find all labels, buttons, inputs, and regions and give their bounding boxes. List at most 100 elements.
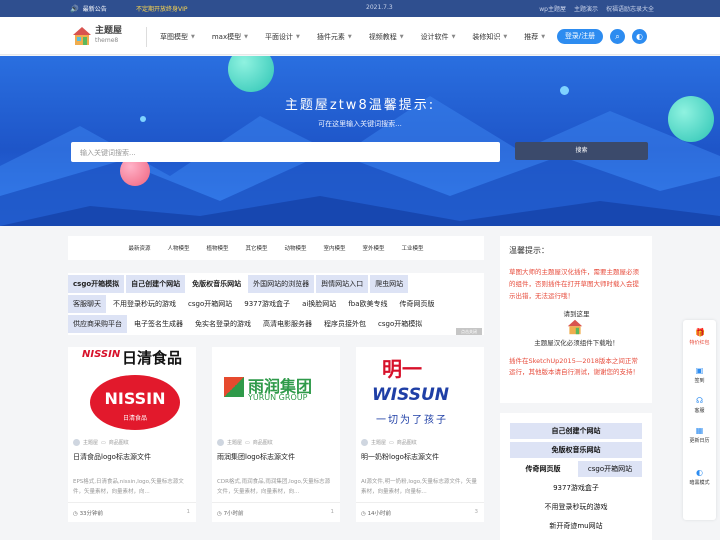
sidebar-tag[interactable]: 不用登录秒玩的游戏	[510, 499, 642, 515]
tag-link[interactable]: ai换脸网站	[297, 295, 341, 313]
menu-item[interactable]: 插件元素 ▼	[317, 32, 352, 42]
sidebar-tag[interactable]: 自己创建个网站	[510, 423, 642, 439]
sidebar-tag[interactable]: csgo开箱网站	[578, 461, 642, 477]
menu-item[interactable]: max模型 ▼	[212, 32, 248, 42]
post-card[interactable]: NISSIN 日清食品 NISSIN 日清食品 主题屋 ▭ 商品图纹 日清食品l…	[68, 347, 196, 522]
floating-toolbar: 🎁 特价红包 ▣ 签到 ☊ 客服 ▦ 更新日历 ◐ 暗黑模式	[683, 320, 716, 520]
tag-link[interactable]: 电子签名生成器	[129, 315, 188, 333]
post-card[interactable]: 雨润集团 YURUN GROUP 主题屋 ▭ 商品图纹 雨润集团logo标志源文…	[212, 347, 340, 522]
tag-link[interactable]: 自己创建个网站	[126, 275, 186, 293]
menu-item[interactable]: 装修知识 ▼	[472, 32, 507, 42]
chevron-down-icon: ▼	[295, 34, 300, 40]
menu-item[interactable]: 草图模型 ▼	[160, 32, 195, 42]
menu-item[interactable]: 设计软件 ▼	[421, 32, 456, 42]
logo-name: 主题屋	[95, 26, 123, 36]
tag-link[interactable]: 免实名登录的游戏	[190, 315, 256, 333]
sidebar-tag[interactable]: 免版权音乐网站	[510, 442, 642, 458]
site-logo[interactable]: 主题屋 theme8	[72, 26, 122, 46]
folder-icon: ▭	[101, 439, 106, 446]
post-excerpt: AI源文件,明一奶粉,logo,矢量标志源文件，矢量素材，向量素材，向量标...	[361, 479, 477, 495]
tag-link[interactable]: fba欧美专线	[343, 295, 392, 313]
sidebar-tags: 自己创建个网站 免版权音乐网站 传奇网页版 csgo开箱网站 9377游戏盒子 …	[500, 413, 652, 540]
vip-link[interactable]: 不定期开放终身VIP	[136, 4, 188, 13]
hero-title: 主题屋ztw8温馨提示:	[284, 98, 436, 113]
menu-item[interactable]: 视频教程 ▼	[369, 32, 404, 42]
clock-icon: ◷	[217, 511, 222, 517]
tag-link[interactable]: csgo开箱模拟	[373, 315, 427, 333]
category-link[interactable]: 植物模型	[206, 244, 228, 252]
post-card[interactable]: 明一 WISSUN 一切为了孩子 主题屋 ▭ 商品图纹 明一奶粉logo标志源文…	[356, 347, 484, 522]
menu-item[interactable]: 平面设计 ▼	[265, 32, 300, 42]
chevron-down-icon: ▼	[399, 34, 404, 40]
dark-mode-icon[interactable]: ◐	[632, 29, 647, 44]
brand-en: NISSIN	[82, 349, 121, 360]
dark-mode-icon: ◐	[696, 468, 703, 477]
top-link[interactable]: wp主题屋	[539, 4, 566, 13]
float-calendar[interactable]: ▦ 更新日历	[683, 426, 716, 444]
yurun-logo-icon	[224, 377, 244, 397]
category-link[interactable]: 人物模型	[167, 244, 189, 252]
tag-link[interactable]: 高清电影服务器	[258, 315, 317, 333]
menu-item[interactable]: 推荐 ▼	[524, 32, 545, 42]
category-link[interactable]: 室外模型	[363, 244, 385, 252]
tag-link[interactable]: 客服聊天	[68, 295, 106, 313]
tag-link[interactable]: 爬虫网站	[370, 275, 409, 293]
top-link[interactable]: 主题演示	[574, 4, 598, 13]
float-service[interactable]: ☊ 客服	[683, 396, 716, 414]
tag-link[interactable]: 免版权音乐网站	[187, 275, 247, 293]
notice-text: 草图大师的主题屋汉化插件，需要主题屋必须的组件，否则插件在打开草图大师时载入会提…	[509, 268, 639, 300]
tag-link[interactable]: 程序员接外包	[319, 315, 371, 333]
post-footer: ◷ 14小时前 3	[356, 502, 484, 522]
search-input[interactable]: 输入关键词搜索...	[71, 142, 500, 162]
notice-line: 请到这里	[563, 310, 590, 318]
search-button[interactable]: 搜索	[515, 142, 648, 160]
tag-link[interactable]: 9377游戏盒子	[239, 295, 295, 313]
category-link[interactable]: 室内模型	[324, 244, 346, 252]
hot-tags: csgo开箱模拟 自己创建个网站 免版权音乐网站 外国网站的浏览器 舆情网站入口…	[68, 273, 484, 335]
view-count: 3	[474, 509, 479, 515]
clock-icon: ◷	[73, 511, 78, 517]
tag-row: 供应商采购平台 电子签名生成器 免实名登录的游戏 高清电影服务器 程序员接外包 …	[68, 315, 429, 333]
hero-banner: 主题屋ztw8温馨提示: 可在这里输入关键词搜索... 输入关键词搜索... 搜…	[0, 56, 720, 226]
post-meta: 主题屋 ▭ 商品图纹	[73, 439, 129, 446]
top-link[interactable]: 祝福语励志录大全	[606, 4, 654, 13]
avatar	[217, 439, 224, 446]
logo-sub: theme8	[95, 37, 119, 44]
sidebar-tag[interactable]: 新开奇迹mu网站	[510, 518, 642, 534]
tag-link[interactable]: 外国网站的浏览器	[248, 275, 315, 293]
chevron-down-icon: ▼	[451, 34, 456, 40]
post-meta: 主题屋 ▭ 商品图纹	[217, 439, 273, 446]
brand-cn: 日清食品	[122, 349, 183, 367]
sidebar-tag[interactable]: 9377游戏盒子	[510, 480, 642, 496]
headset-icon: ☊	[695, 396, 704, 405]
folder-icon: ▭	[245, 439, 250, 446]
tag-link[interactable]: 舆情网站入口	[316, 275, 369, 293]
category-link[interactable]: 其它模型	[245, 244, 267, 252]
float-dark-mode[interactable]: ◐ 暗黑模式	[683, 468, 716, 486]
tag-link[interactable]: 供应商采购平台	[68, 315, 127, 333]
view-count: 1	[186, 509, 191, 515]
login-button[interactable]: 登录/注册	[557, 29, 603, 44]
brand-slogan: 一切为了孩子	[376, 415, 448, 426]
tag-link[interactable]: csgo开箱模拟	[68, 275, 125, 293]
category-link[interactable]: 动物模型	[285, 244, 307, 252]
float-red-packet[interactable]: 🎁 特价红包	[683, 328, 716, 346]
post-title[interactable]: 明一奶粉logo标志源文件	[361, 452, 439, 462]
post-title[interactable]: 日清食品logo标志源文件	[73, 452, 151, 462]
float-checkin[interactable]: ▣ 签到	[683, 366, 716, 384]
download-link[interactable]: 主题屋汉化必须组件下载啦！	[509, 337, 644, 347]
category-link[interactable]: 最新资源	[128, 244, 150, 252]
notice-text: 插件在SketchUp2015—2018版本之间正常运行，其他版本请自行测试，谢…	[509, 357, 639, 376]
chevron-down-icon: ▼	[503, 34, 508, 40]
tag-link[interactable]: 传奇网页版	[395, 295, 440, 313]
tag-link[interactable]: csgo开箱网站	[183, 295, 237, 313]
top-bar: 🔊 最新公告 不定期开放终身VIP 2021.7.3 wp主题屋 主题演示 祝福…	[0, 0, 720, 17]
brand-en-large: NISSIN	[104, 389, 166, 408]
tag-link[interactable]: 不用登录秒玩的游戏	[108, 295, 181, 313]
close-tags-button[interactable]: 点击关闭	[456, 328, 482, 335]
sidebar-tag[interactable]: 传奇网页版	[510, 461, 576, 477]
search-icon[interactable]: ⌕	[610, 29, 625, 44]
category-link[interactable]: 工业模型	[402, 244, 424, 252]
post-title[interactable]: 雨润集团logo标志源文件	[217, 452, 295, 462]
announcement[interactable]: 🔊 最新公告	[70, 4, 107, 14]
